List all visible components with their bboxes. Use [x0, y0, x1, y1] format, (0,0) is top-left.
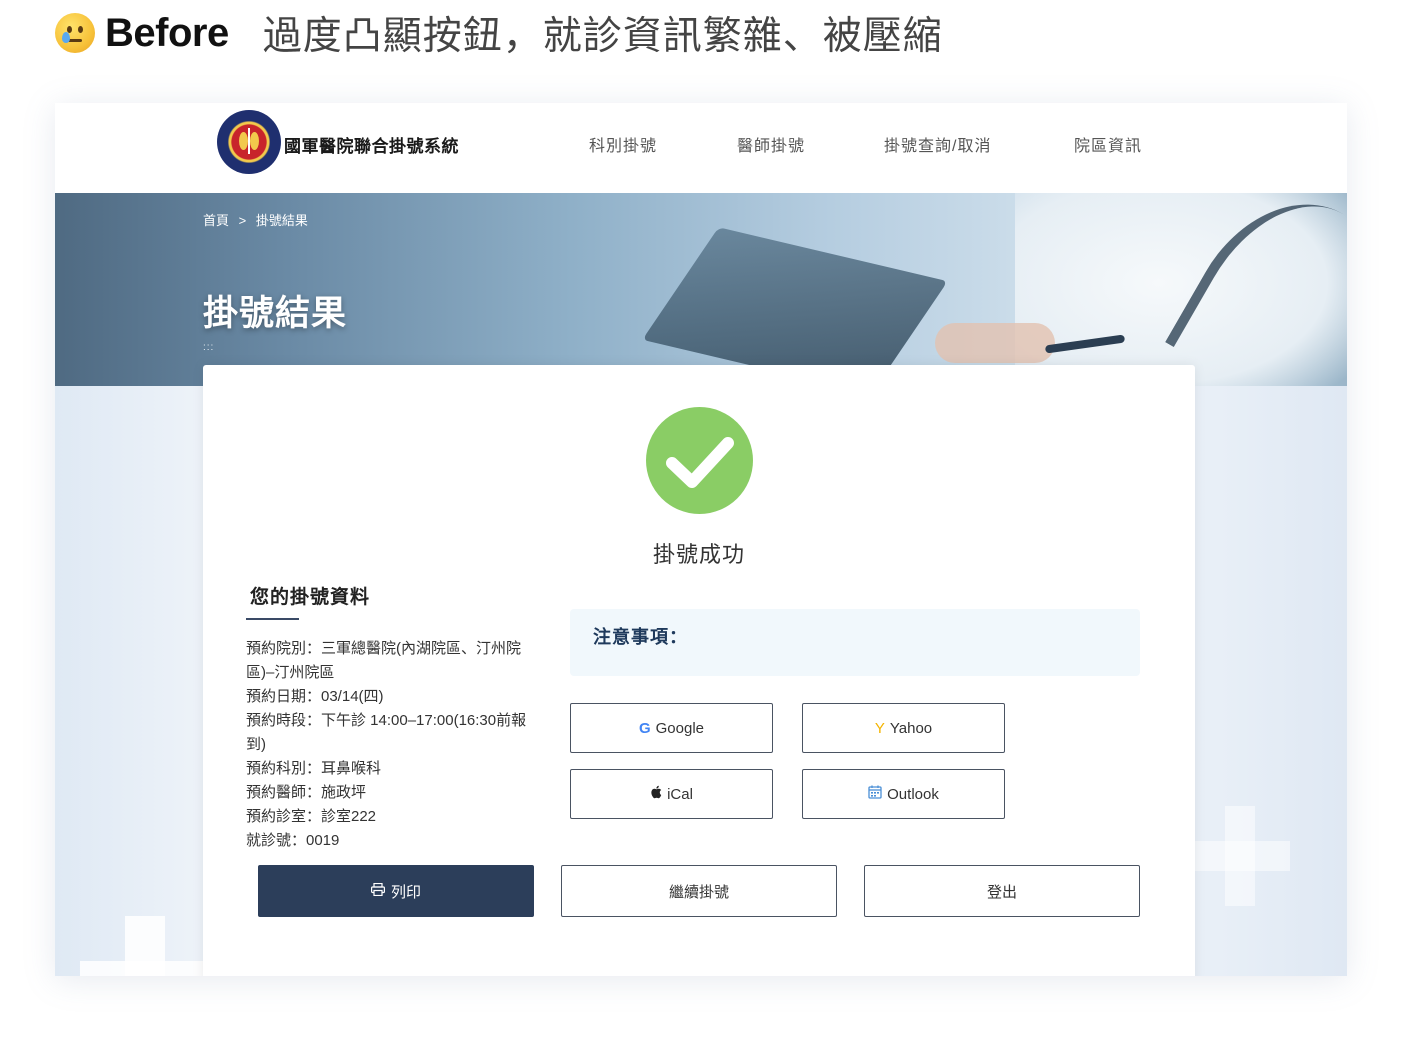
nav-campus-info[interactable]: 院區資訊 — [1074, 132, 1142, 156]
logout-button[interactable]: 登出 — [864, 865, 1140, 917]
decorative-cross — [1190, 841, 1290, 871]
info-visit-number: 就診號：0019 — [246, 832, 340, 849]
print-label: 列印 — [390, 883, 421, 901]
caption-before-label: Before — [105, 10, 229, 55]
nav-registration-query-cancel[interactable]: 掛號查詢/取消 — [884, 132, 991, 156]
yahoo-label: Yahoo — [889, 719, 933, 737]
page-title: 掛號結果 — [203, 294, 348, 333]
google-label: Google — [655, 719, 705, 737]
nav-doctor-registration[interactable]: 醫師掛號 — [737, 132, 805, 156]
breadcrumb: 首頁 > 掛號結果 — [203, 210, 314, 229]
site-brand[interactable]: 國軍醫院聯合掛號系統 — [284, 132, 459, 157]
info-clinic-room: 預約診室：診室222 — [246, 808, 377, 825]
registration-info-list: 預約院別：三軍總醫院(內湖院區、汀州院區)–汀州院區 預約日期：03/14(四)… — [246, 637, 536, 853]
apple-icon — [650, 785, 662, 803]
add-to-ical-button[interactable]: iCal — [570, 769, 773, 819]
info-hospital: 預約院別：三軍總醫院(內湖院區、汀州院區)–汀州院區 — [246, 640, 521, 681]
sad-tear-face-icon — [55, 13, 95, 53]
breadcrumb-current: 掛號結果 — [255, 213, 308, 228]
nav-department-registration[interactable]: 科別掛號 — [589, 132, 657, 156]
printer-icon — [370, 882, 385, 900]
breadcrumb-home[interactable]: 首頁 — [203, 213, 229, 228]
add-to-google-calendar-button[interactable]: G Google — [570, 703, 773, 753]
registration-info-title: 您的掛號資料 — [250, 587, 371, 608]
notice-box: 注意事項： — [570, 609, 1140, 676]
success-check-icon — [646, 407, 753, 514]
hero-dots-decoration: ::: — [203, 342, 215, 353]
hero-banner: 首頁 > 掛號結果 掛號結果 ::: — [55, 193, 1347, 386]
top-navbar: 國軍醫院聯合掛號系統 科別掛號 醫師掛號 掛號查詢/取消 院區資訊 — [55, 103, 1347, 193]
caption-description: 過度凸顯按鈕，就診資訊繁雜、被壓縮 — [262, 15, 943, 58]
info-doctor: 預約醫師：施政坪 — [246, 784, 367, 801]
continue-registration-button[interactable]: 繼續掛號 — [561, 865, 837, 917]
comparison-caption: Before 過度凸顯按鈕，就診資訊繁雜、被壓縮 — [55, 8, 943, 58]
ical-label: iCal — [667, 785, 693, 803]
hero-tablet-image — [642, 227, 948, 386]
breadcrumb-separator: > — [238, 213, 247, 228]
print-button[interactable]: 列印 — [258, 865, 534, 917]
add-to-yahoo-calendar-button[interactable]: Y Yahoo — [802, 703, 1005, 753]
registration-success-text: 掛號成功 — [652, 542, 745, 567]
info-date: 預約日期：03/14(四) — [246, 688, 384, 705]
hospital-emblem-logo[interactable] — [217, 110, 281, 174]
info-time-slot: 預約時段：下午診 14:00–17:00(16:30前報到) — [246, 712, 527, 753]
outlook-label: Outlook — [887, 785, 939, 803]
yahoo-icon: Y — [874, 719, 885, 737]
add-to-outlook-calendar-button[interactable]: Outlook — [802, 769, 1005, 819]
app-frame: 國軍醫院聯合掛號系統 科別掛號 醫師掛號 掛號查詢/取消 院區資訊 首頁 > 掛… — [55, 103, 1347, 976]
decorative-cross — [80, 961, 210, 976]
calendar-icon — [868, 785, 882, 803]
info-department: 預約科別：耳鼻喉科 — [246, 760, 382, 777]
result-card: 掛號成功 您的掛號資料 預約院別：三軍總醫院(內湖院區、汀州院區)–汀州院區 預… — [203, 365, 1195, 976]
info-title-underline — [246, 618, 299, 620]
notice-title: 注意事項： — [593, 627, 688, 647]
google-icon: G — [638, 719, 651, 737]
